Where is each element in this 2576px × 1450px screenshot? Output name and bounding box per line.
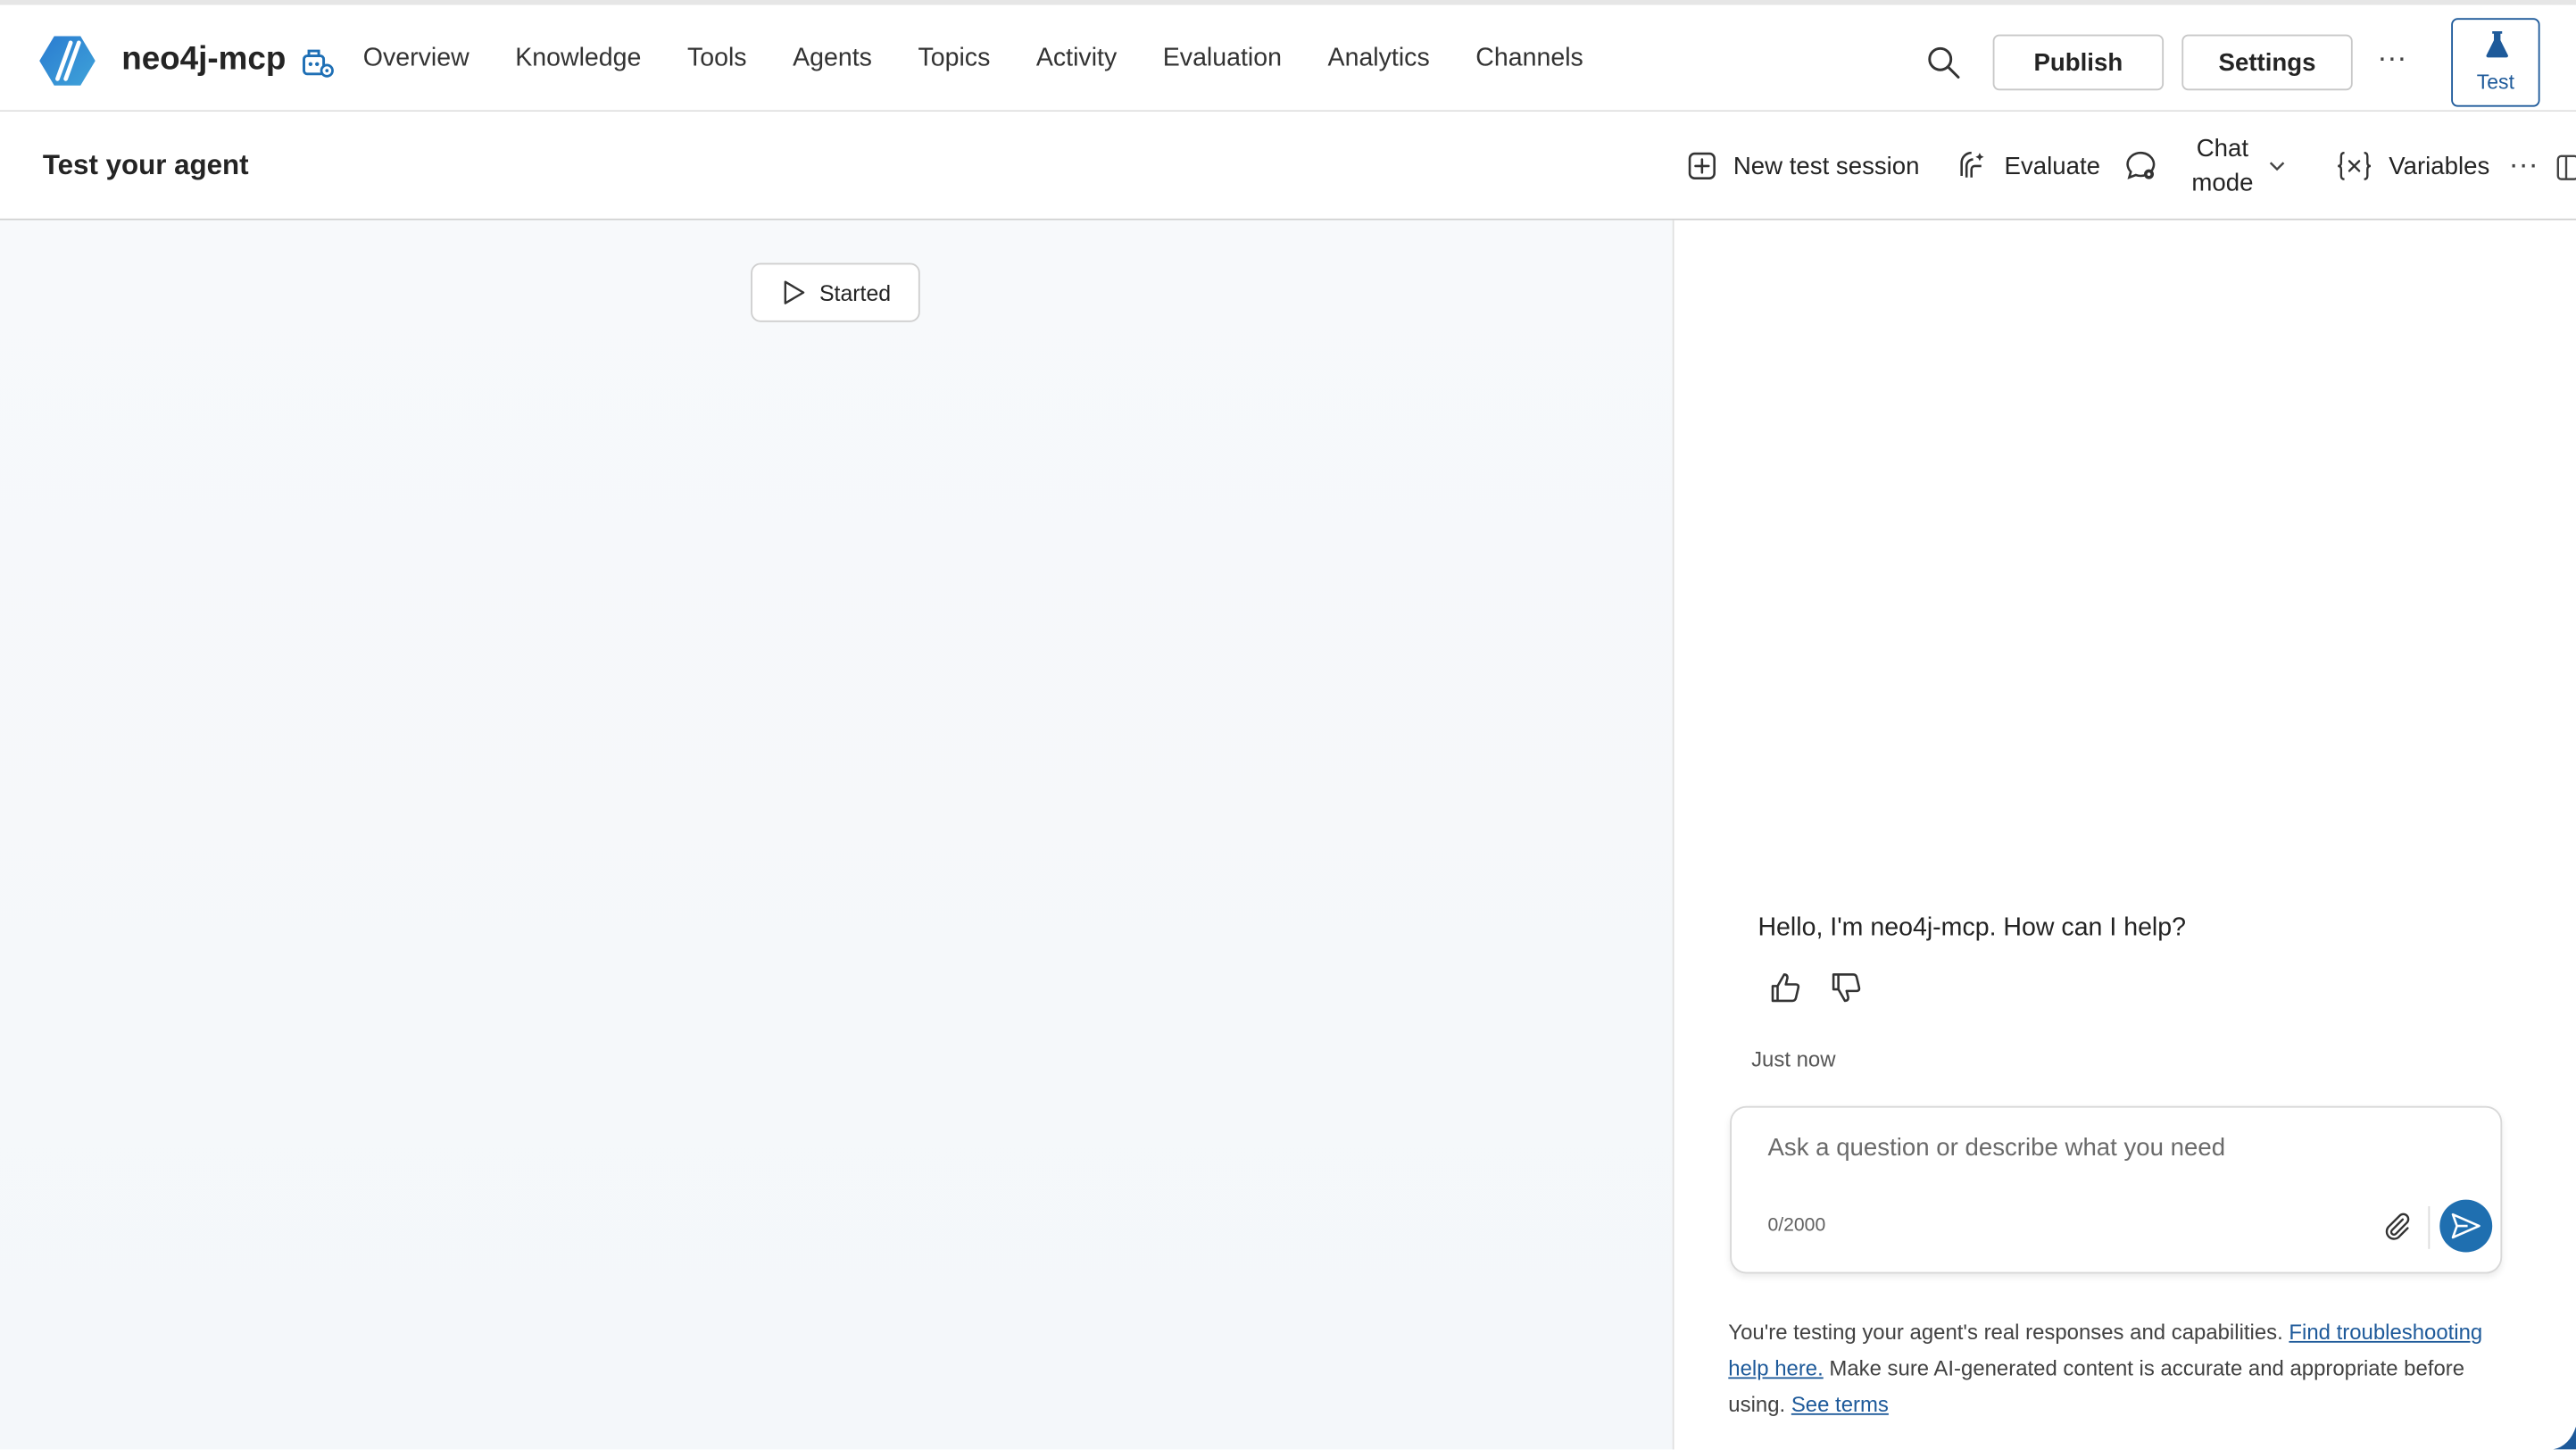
top-bar: neo4j-mcp Overview Knowledge Tools Agent…	[0, 0, 2576, 112]
toolbar-more-icon[interactable]: ···	[2504, 148, 2543, 183]
variables-icon	[2338, 151, 2372, 180]
publish-button[interactable]: Publish	[1992, 34, 2165, 91]
bot-greeting-message: Hello, I'm neo4j-mcp. How can I help?	[1757, 913, 2187, 942]
message-timestamp: Just now	[1751, 1046, 1836, 1072]
send-button[interactable]	[2439, 1199, 2493, 1253]
send-icon	[2451, 1212, 2480, 1239]
add-square-icon	[1688, 152, 1716, 179]
chat-mode-label-line2: mode	[2191, 169, 2254, 197]
variables-button[interactable]: Variables	[2336, 112, 2489, 220]
paperclip-icon[interactable]	[2382, 1212, 2412, 1241]
chevron-down-icon	[2269, 162, 2284, 171]
app-logo-icon[interactable]	[39, 33, 96, 89]
flask-icon	[2486, 30, 2508, 58]
input-divider	[2428, 1206, 2431, 1249]
chat-mode-dropdown[interactable]: Chat mode	[2123, 112, 2303, 220]
nav-agents[interactable]: Agents	[769, 45, 894, 74]
chat-input[interactable]	[1767, 1127, 2458, 1167]
app-name: neo4j-mcp	[121, 41, 287, 78]
nav-topics[interactable]: Topics	[895, 45, 1013, 74]
nav-tools[interactable]: Tools	[664, 45, 769, 74]
search-icon[interactable]	[1925, 45, 1961, 80]
nav-knowledge[interactable]: Knowledge	[492, 45, 664, 74]
see-terms-link[interactable]: See terms	[1791, 1392, 1889, 1417]
testing-disclaimer: You're testing your agent's real respons…	[1728, 1314, 2500, 1422]
more-options-icon[interactable]: ···	[2372, 41, 2412, 77]
side-panel-icon[interactable]	[2556, 154, 2576, 180]
nav-activity[interactable]: Activity	[1013, 45, 1140, 74]
app-root: neo4j-mcp Overview Knowledge Tools Agent…	[0, 0, 2576, 1450]
test-button-label: Test	[2476, 71, 2514, 94]
disclaimer-text-1: You're testing your agent's real respons…	[1728, 1320, 2289, 1345]
chat-input-box: 0/2000	[1730, 1105, 2503, 1274]
nav-evaluation[interactable]: Evaluation	[1140, 45, 1305, 74]
page-title: Test your agent	[42, 149, 249, 181]
evaluate-icon	[1960, 151, 1984, 178]
started-label: Started	[819, 279, 892, 305]
resize-corner-icon	[2553, 1426, 2576, 1450]
test-toolbar: Test your agent New test session Evaluat…	[0, 112, 2576, 221]
chat-mode-label: Chat mode	[2191, 131, 2253, 200]
new-test-session-label: New test session	[1733, 152, 1920, 180]
main-nav: Overview Knowledge Tools Agents Topics A…	[340, 45, 1607, 74]
chat-mode-icon	[2126, 151, 2156, 179]
nav-analytics[interactable]: Analytics	[1305, 45, 1453, 74]
test-chat-panel: Hello, I'm neo4j-mcp. How can I help? Ju…	[1672, 220, 2576, 1450]
thumbs-down-icon[interactable]	[1829, 970, 1865, 1005]
chat-mode-label-line1: Chat	[2196, 134, 2249, 163]
thumbs-up-icon[interactable]	[1767, 970, 1803, 1005]
agent-settings-icon[interactable]	[299, 45, 335, 80]
settings-button[interactable]: Settings	[2181, 34, 2353, 91]
evaluate-button[interactable]: Evaluate	[1955, 112, 2100, 220]
new-test-session-button[interactable]: New test session	[1687, 112, 1920, 220]
play-icon	[784, 280, 804, 304]
started-status-chip[interactable]: Started	[751, 262, 920, 322]
evaluate-label: Evaluate	[2004, 152, 2100, 180]
test-button[interactable]: Test	[2451, 18, 2540, 107]
nav-channels[interactable]: Channels	[1452, 45, 1606, 74]
variables-label: Variables	[2389, 152, 2490, 180]
topic-canvas[interactable]: Started	[0, 220, 1673, 1450]
char-counter: 0/2000	[1767, 1216, 1826, 1237]
nav-overview[interactable]: Overview	[340, 45, 492, 74]
